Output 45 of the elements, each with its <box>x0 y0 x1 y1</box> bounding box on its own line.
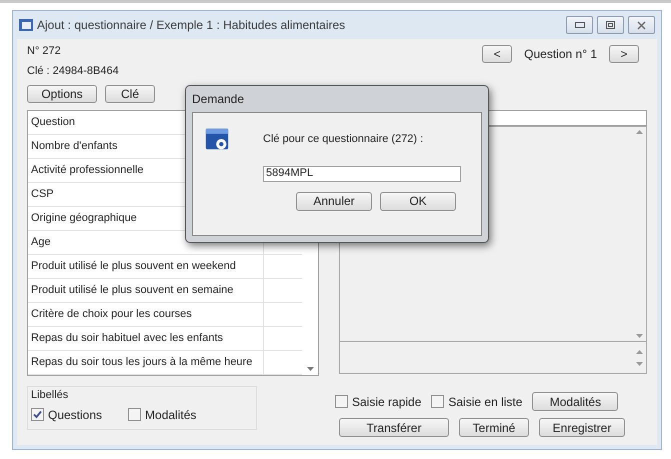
checkbox[interactable] <box>431 395 444 408</box>
checkbox[interactable] <box>128 408 142 421</box>
question-cell[interactable]: Repas du soir habituel avec les enfants <box>28 327 264 350</box>
modalities-button[interactable]: Modalités <box>532 392 618 411</box>
scroll-down-icon[interactable] <box>636 334 643 338</box>
check-icon <box>33 410 42 419</box>
key-input-field[interactable]: 5894MPL <box>263 166 461 182</box>
checkbox[interactable] <box>335 395 348 408</box>
scroll-up-icon[interactable] <box>636 350 643 354</box>
record-key: Clé : 24984-8B464 <box>27 62 119 79</box>
action-button[interactable]: Enregistrer <box>539 418 625 437</box>
close-button[interactable] <box>628 16 655 34</box>
minimize-icon <box>574 22 584 28</box>
scroll-down-icon[interactable] <box>306 367 314 371</box>
scroll-down-icon[interactable] <box>636 362 643 366</box>
next-button[interactable]: > <box>609 45 639 63</box>
question-cell[interactable]: Produit utilisé le plus souvent en semaine <box>28 279 264 302</box>
record-number: N° 272 <box>27 44 62 59</box>
scroll-up-icon[interactable] <box>636 130 643 134</box>
close-icon <box>637 20 646 30</box>
action-button[interactable]: Terminé <box>459 418 529 437</box>
window-title: Ajout : questionnaire / Exemple 1 : Habitudes alimentaires <box>37 17 346 34</box>
action-button[interactable]: Transférer <box>339 418 449 437</box>
question-cell[interactable]: Critère de choix pour les courses <box>28 303 264 326</box>
checkbox[interactable] <box>31 408 44 421</box>
key-button[interactable]: Clé <box>105 85 155 103</box>
group-title: Libellés <box>31 388 70 403</box>
ok-button[interactable]: OK <box>380 192 456 210</box>
previous-button[interactable]: < <box>482 45 512 63</box>
options-button[interactable]: Options <box>27 85 97 103</box>
dialog-title: Demande <box>192 91 246 108</box>
maximize-button[interactable] <box>597 16 624 34</box>
dialog-prompt: Clé pour ce questionnaire (272) : <box>263 132 424 147</box>
question-cell[interactable]: Repas du soir tous les jours à la même heure <box>28 351 264 374</box>
checkbox-label: Modalités <box>145 406 196 424</box>
checkbox-label: Saisie en liste <box>448 394 522 410</box>
cancel-button[interactable]: Annuler <box>296 192 372 210</box>
question-cell[interactable]: Produit utilisé le plus souvent en weekend <box>28 255 264 278</box>
app-icon <box>19 19 33 31</box>
maximize-icon <box>606 21 615 29</box>
checkbox-label: Questions <box>48 406 102 424</box>
minimize-button[interactable] <box>566 16 593 34</box>
checkbox-label: Saisie rapide <box>352 394 422 410</box>
question-number: Question n° 1 <box>524 46 597 63</box>
comment-area[interactable] <box>339 342 647 374</box>
